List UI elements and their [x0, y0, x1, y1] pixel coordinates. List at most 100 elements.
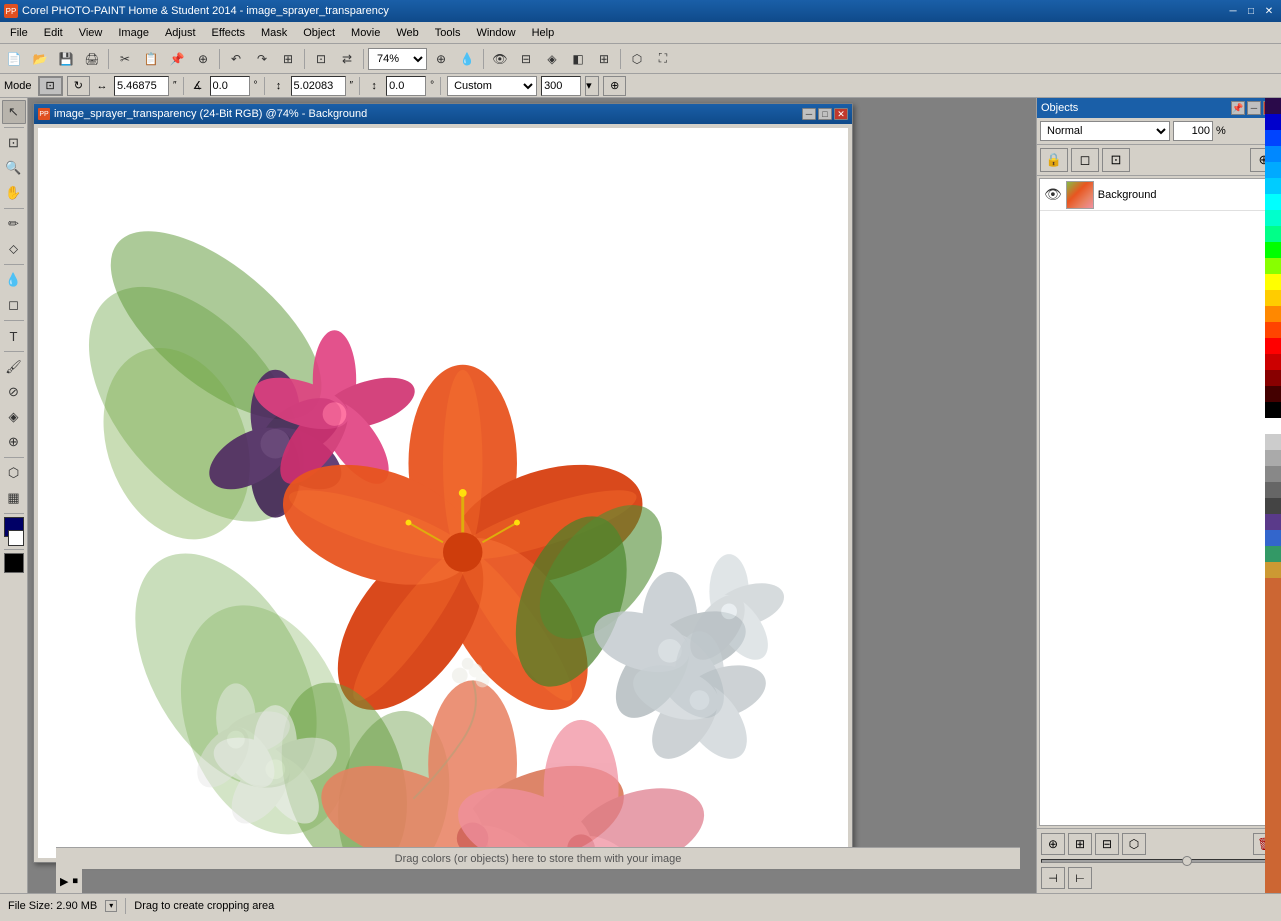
- toolbar-extra-2[interactable]: ◧: [566, 47, 590, 71]
- zoom-dropdown[interactable]: 74% 50% 100% 200%: [368, 48, 427, 70]
- color-swatch-21[interactable]: [1265, 418, 1281, 434]
- paste-button[interactable]: 📌: [165, 47, 189, 71]
- layer-button[interactable]: ⊟: [514, 47, 538, 71]
- panel-pin-button[interactable]: 📌: [1231, 101, 1245, 115]
- color-swatch-14[interactable]: [1265, 306, 1281, 322]
- menu-effects[interactable]: Effects: [204, 23, 253, 43]
- color-swatch-28[interactable]: [1265, 530, 1281, 546]
- menu-edit[interactable]: Edit: [36, 23, 71, 43]
- menu-mask[interactable]: Mask: [253, 23, 295, 43]
- redo-button[interactable]: ↷: [250, 47, 274, 71]
- opacity-input[interactable]: [1173, 121, 1213, 141]
- y-coord-input[interactable]: [291, 76, 346, 96]
- angle-input[interactable]: [210, 76, 250, 96]
- doc-close-button[interactable]: ✕: [834, 108, 848, 120]
- play-button[interactable]: ▶: [60, 875, 68, 888]
- brush-size-spinner[interactable]: ▾: [585, 76, 599, 96]
- color-swatch-4[interactable]: [1265, 146, 1281, 162]
- mode-normal-button[interactable]: ⊡: [38, 76, 63, 96]
- color-swatch-23[interactable]: [1265, 450, 1281, 466]
- flip-button[interactable]: ⇄: [335, 47, 359, 71]
- menu-movie[interactable]: Movie: [343, 23, 388, 43]
- x-coord-input[interactable]: [114, 76, 169, 96]
- color-swatch-9[interactable]: [1265, 226, 1281, 242]
- eyedropper-button[interactable]: 💧: [455, 47, 479, 71]
- objects-list[interactable]: 👁 Background ⊡: [1039, 178, 1279, 826]
- copy-button[interactable]: 📋: [139, 47, 163, 71]
- menu-file[interactable]: File: [2, 23, 36, 43]
- background-color[interactable]: [8, 530, 24, 546]
- tool-eyedropper[interactable]: 💧: [2, 268, 26, 292]
- color-swatch-30[interactable]: [1265, 562, 1281, 578]
- fullscreen-button[interactable]: ⛶: [651, 47, 675, 71]
- lock-all-button[interactable]: 🔒: [1040, 148, 1068, 172]
- opacity-slider-track[interactable]: [1041, 859, 1277, 863]
- tool-smart-fill[interactable]: ⬦: [2, 237, 26, 261]
- status-dropdown-button[interactable]: ▾: [105, 900, 117, 912]
- lock-transparency-button[interactable]: ◻: [1071, 148, 1099, 172]
- color-swatch-1[interactable]: [1265, 98, 1281, 114]
- black-swatch[interactable]: [4, 553, 24, 573]
- color-swatch-25[interactable]: [1265, 482, 1281, 498]
- menu-adjust[interactable]: Adjust: [157, 23, 204, 43]
- color-swatch-26[interactable]: [1265, 498, 1281, 514]
- stop-button[interactable]: ⏹: [72, 875, 78, 888]
- canvas-area[interactable]: PP image_sprayer_transparency (24-Bit RG…: [28, 98, 1036, 893]
- color-swatch-7[interactable]: [1265, 194, 1281, 210]
- color-swatch-2[interactable]: [1265, 114, 1281, 130]
- color-swatch-5[interactable]: [1265, 162, 1281, 178]
- tool-pan[interactable]: ✋: [2, 181, 26, 205]
- blend-mode-dropdown[interactable]: Normal Multiply Screen Overlay: [1040, 121, 1170, 141]
- tool-fill[interactable]: ⬡: [2, 461, 26, 485]
- color-swatch-6[interactable]: [1265, 178, 1281, 194]
- brush-type-dropdown[interactable]: Custom Normal Scatter: [447, 76, 537, 96]
- tool-gradient[interactable]: ▦: [2, 486, 26, 510]
- tool-freehand[interactable]: ✏: [2, 212, 26, 236]
- menu-tools[interactable]: Tools: [427, 23, 469, 43]
- align-center-button[interactable]: ⊢: [1068, 867, 1092, 889]
- align-left-button[interactable]: ⊣: [1041, 867, 1065, 889]
- maximize-button[interactable]: □: [1243, 4, 1259, 18]
- doc-minimize-button[interactable]: ─: [802, 108, 816, 120]
- color-swatch-17[interactable]: [1265, 354, 1281, 370]
- minimize-button[interactable]: ─: [1225, 4, 1241, 18]
- new-layer-button[interactable]: ⊕: [1041, 833, 1065, 855]
- group-layers-button[interactable]: ⬡: [1122, 833, 1146, 855]
- cut-button[interactable]: ✂: [113, 47, 137, 71]
- undo-list-button[interactable]: ⊞: [276, 47, 300, 71]
- color-swatch-13[interactable]: [1265, 290, 1281, 306]
- duplicate-layer-button[interactable]: ⊞: [1068, 833, 1092, 855]
- tool-text[interactable]: T: [2, 324, 26, 348]
- visibility-toggle[interactable]: 👁: [1044, 186, 1062, 203]
- color-swatch-29[interactable]: [1265, 546, 1281, 562]
- menu-help[interactable]: Help: [524, 23, 563, 43]
- color-palette-strip[interactable]: [1265, 98, 1281, 893]
- menu-object[interactable]: Object: [295, 23, 343, 43]
- brush-options-button[interactable]: ⊕: [603, 76, 626, 96]
- zoom-fit-button[interactable]: ⊕: [429, 47, 453, 71]
- tool-brush[interactable]: ⊘: [2, 380, 26, 404]
- undo-button[interactable]: ↶: [224, 47, 248, 71]
- color-swatch-24[interactable]: [1265, 466, 1281, 482]
- doc-maximize-button[interactable]: □: [818, 108, 832, 120]
- open-button[interactable]: 📂: [28, 47, 52, 71]
- color-swatch-20[interactable]: [1265, 402, 1281, 418]
- color-swatch-19[interactable]: [1265, 386, 1281, 402]
- opacity-slider-thumb[interactable]: [1182, 856, 1192, 866]
- tool-blend[interactable]: ⊕: [2, 430, 26, 454]
- menu-image[interactable]: Image: [110, 23, 157, 43]
- tool-zoom[interactable]: 🔍: [2, 156, 26, 180]
- doc-canvas[interactable]: [38, 128, 848, 858]
- color-swatch-27[interactable]: [1265, 514, 1281, 530]
- paste-special-button[interactable]: ⊕: [191, 47, 215, 71]
- menu-web[interactable]: Web: [388, 23, 426, 43]
- color-swatch-18[interactable]: [1265, 370, 1281, 386]
- menu-window[interactable]: Window: [468, 23, 523, 43]
- toolbar-extra-4[interactable]: ⬡: [625, 47, 649, 71]
- tilt-input[interactable]: [386, 76, 426, 96]
- toolbar-extra-3[interactable]: ⊞: [592, 47, 616, 71]
- panel-minimize-button[interactable]: ─: [1247, 101, 1261, 115]
- tool-eraser[interactable]: ◻: [2, 293, 26, 317]
- lock-position-button[interactable]: ⊡: [1102, 148, 1130, 172]
- tool-spray[interactable]: ◈: [2, 405, 26, 429]
